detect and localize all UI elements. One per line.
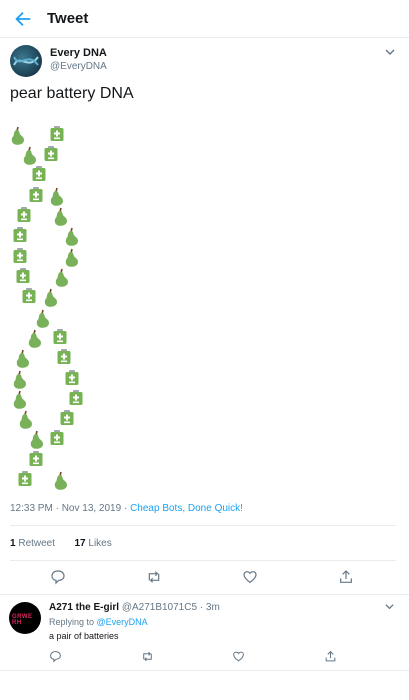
reply-icon[interactable] [50, 569, 66, 585]
replying-to: Replying to @EveryDNA [49, 617, 148, 627]
share-icon[interactable] [338, 569, 354, 585]
likes-count: 17 [74, 538, 86, 549]
reply-author-avatar[interactable]: GRWE RH [9, 602, 41, 634]
like-heart-icon[interactable] [242, 569, 258, 585]
retweets-label: Retweet [15, 538, 56, 549]
reply-retweet-icon[interactable] [141, 650, 154, 663]
battery-emoji-group [13, 126, 83, 486]
replying-to-handle[interactable]: @EveryDNA [97, 617, 148, 627]
likes-label: Likes [85, 538, 112, 549]
tweet-meta: 12:33 PM · Nov 13, 2019 · Cheap Bots, Do… [10, 503, 243, 514]
retweets-stat[interactable]: 1 Retweet [10, 538, 55, 549]
reply-chevron-down-icon[interactable] [384, 601, 395, 612]
tweet-source-link[interactable]: Cheap Bots, Done Quick! [130, 503, 243, 514]
likes-stat[interactable]: 17 Likes [74, 538, 111, 549]
top-bar: Tweet [0, 0, 409, 38]
tweet-text: pear battery DNA [10, 85, 134, 102]
page-title: Tweet [47, 10, 89, 27]
reply-author-line: A271 the E-girl @A271B1071C5 · 3m [49, 602, 220, 613]
tweet-emoji-art [10, 126, 83, 491]
divider [10, 560, 396, 561]
replying-to-label: Replying to [49, 617, 97, 627]
back-arrow-icon[interactable] [12, 8, 34, 30]
dna-logo-icon [13, 56, 39, 66]
reply-share-icon[interactable] [324, 650, 337, 663]
author-avatar[interactable] [10, 45, 42, 77]
reply-reply-icon[interactable] [49, 650, 62, 663]
pear-emoji-group [10, 126, 79, 491]
reply-author-handle[interactable]: @A271B1071C5 · 3m [122, 602, 220, 613]
author-handle[interactable]: @EveryDNA [50, 61, 107, 72]
author-name[interactable]: Every DNA [50, 47, 107, 59]
retweet-icon[interactable] [146, 569, 162, 585]
tweet-timestamp[interactable]: 12:33 PM · Nov 13, 2019 · [10, 503, 130, 514]
reply-text: a pair of batteries [49, 631, 119, 641]
tweet-stats: 1 Retweet 17 Likes [10, 538, 112, 549]
reply-author-name[interactable]: A271 the E-girl [49, 602, 119, 613]
divider [0, 670, 409, 671]
chevron-down-icon[interactable] [384, 46, 396, 58]
divider [10, 525, 396, 526]
reply-like-heart-icon[interactable] [232, 650, 245, 663]
divider [0, 594, 409, 595]
reply-avatar-text: GRWE RH [12, 614, 33, 626]
